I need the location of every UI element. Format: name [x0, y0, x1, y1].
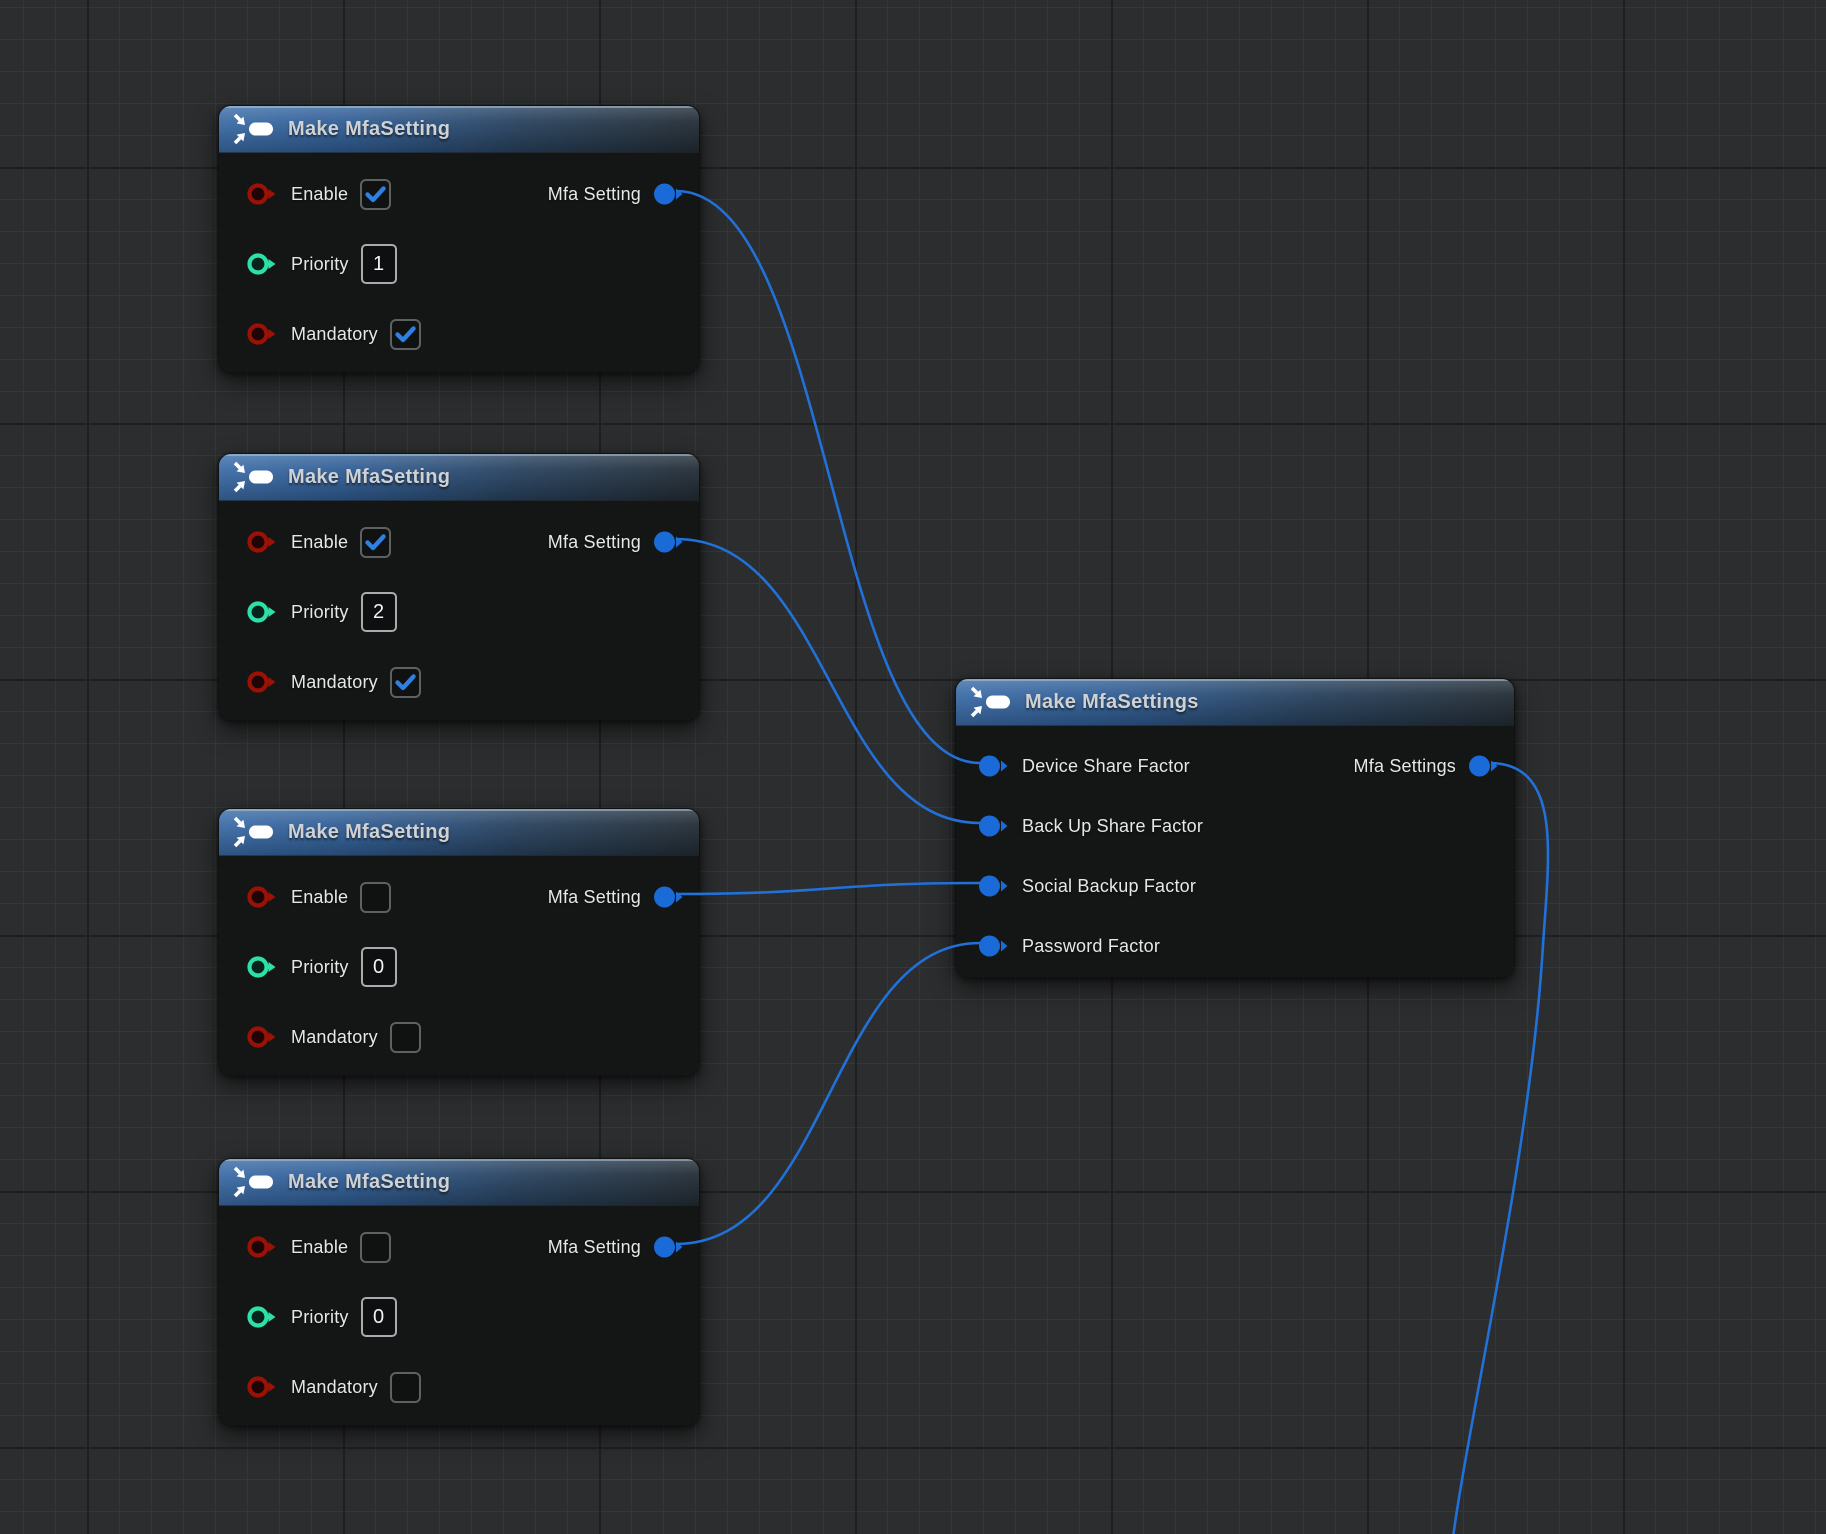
pin-label-device-share-factor: Device Share Factor — [1022, 756, 1190, 777]
bool-input-pin[interactable] — [247, 1375, 277, 1399]
struct-output-pin[interactable] — [1468, 754, 1498, 778]
struct-input-pin[interactable] — [978, 814, 1008, 838]
pin-label-priority: Priority — [291, 602, 349, 623]
node-title-bar[interactable]: Make MfaSetting — [219, 106, 699, 153]
mandatory-checkbox[interactable] — [390, 319, 421, 350]
bool-input-pin[interactable] — [247, 182, 277, 206]
pin-label-mandatory: Mandatory — [291, 672, 378, 693]
make-mfasetting-node-2[interactable]: Make MfaSetting Enable Mfa Setting — [218, 453, 700, 721]
check-icon — [395, 326, 416, 343]
priority-value-input[interactable]: 0 — [361, 1297, 397, 1337]
int-input-pin[interactable] — [247, 1305, 277, 1329]
check-icon — [365, 186, 386, 203]
node-body: Enable Mfa Setting Priority — [219, 856, 699, 1075]
pin-label-mandatory: Mandatory — [291, 1027, 378, 1048]
pin-label-enable: Enable — [291, 1237, 348, 1258]
mandatory-checkbox[interactable] — [390, 667, 421, 698]
pin-label-priority: Priority — [291, 957, 349, 978]
int-input-pin[interactable] — [247, 252, 277, 276]
pin-label-mandatory: Mandatory — [291, 1377, 378, 1398]
node-title: Make MfaSetting — [288, 466, 450, 489]
check-icon — [365, 534, 386, 551]
wire-setting2-to-backup-share-factor[interactable] — [676, 539, 980, 823]
int-input-pin[interactable] — [247, 955, 277, 979]
check-icon — [395, 674, 416, 691]
enable-checkbox[interactable] — [360, 179, 391, 210]
bool-input-pin[interactable] — [247, 1025, 277, 1049]
struct-input-pin[interactable] — [978, 754, 1008, 778]
node-title: Make MfaSetting — [288, 821, 450, 844]
pin-label-enable: Enable — [291, 184, 348, 205]
priority-value-input[interactable]: 1 — [361, 244, 397, 284]
priority-value-input[interactable]: 0 — [361, 947, 397, 987]
node-title-bar[interactable]: Make MfaSetting — [219, 1159, 699, 1206]
make-struct-icon — [232, 1165, 276, 1199]
pin-label-enable: Enable — [291, 532, 348, 553]
make-struct-icon — [232, 112, 276, 146]
pin-label-mfa-settings: Mfa Settings — [1354, 756, 1456, 777]
pin-label-mfa-setting: Mfa Setting — [548, 1237, 641, 1258]
make-struct-icon — [969, 685, 1013, 719]
pin-label-mfa-setting: Mfa Setting — [548, 887, 641, 908]
node-title: Make MfaSettings — [1025, 691, 1199, 714]
wire-setting4-to-password-factor[interactable] — [676, 943, 980, 1244]
struct-output-pin[interactable] — [653, 182, 683, 206]
priority-value-input[interactable]: 2 — [361, 592, 397, 632]
enable-checkbox[interactable] — [360, 882, 391, 913]
bool-input-pin[interactable] — [247, 530, 277, 554]
int-input-pin[interactable] — [247, 600, 277, 624]
bool-input-pin[interactable] — [247, 670, 277, 694]
enable-checkbox[interactable] — [360, 1232, 391, 1263]
bool-input-pin[interactable] — [247, 322, 277, 346]
wire-setting1-to-device-share-factor[interactable] — [676, 191, 980, 763]
bool-input-pin[interactable] — [247, 1235, 277, 1259]
pin-label-enable: Enable — [291, 887, 348, 908]
node-title-bar[interactable]: Make MfaSetting — [219, 454, 699, 501]
pin-label-mfa-setting: Mfa Setting — [548, 532, 641, 553]
make-mfasettings-node[interactable]: Make MfaSettings Device Share Factor Mfa… — [955, 678, 1515, 978]
node-body: Enable Mfa Setting Priority — [219, 1206, 699, 1425]
struct-output-pin[interactable] — [653, 530, 683, 554]
node-body: Device Share Factor Mfa Settings Back Up… — [956, 726, 1514, 977]
node-body: Enable Mfa Setting Priority — [219, 501, 699, 720]
pin-label-back-up-share-factor: Back Up Share Factor — [1022, 816, 1203, 837]
pin-label-social-backup-factor: Social Backup Factor — [1022, 876, 1196, 897]
node-title-bar[interactable]: Make MfaSetting — [219, 809, 699, 856]
wire-setting3-to-social-backup-factor[interactable] — [676, 883, 980, 894]
pin-label-priority: Priority — [291, 1307, 349, 1328]
pin-label-priority: Priority — [291, 254, 349, 275]
blueprint-graph-canvas[interactable]: Make MfaSetting Enable Mfa Setting — [0, 0, 1826, 1534]
pin-label-password-factor: Password Factor — [1022, 936, 1160, 957]
node-title: Make MfaSetting — [288, 1171, 450, 1194]
mandatory-checkbox[interactable] — [390, 1372, 421, 1403]
make-struct-icon — [232, 815, 276, 849]
make-struct-icon — [232, 460, 276, 494]
struct-output-pin[interactable] — [653, 885, 683, 909]
node-title-bar[interactable]: Make MfaSettings — [956, 679, 1514, 726]
make-mfasetting-node-1[interactable]: Make MfaSetting Enable Mfa Setting — [218, 105, 700, 373]
bool-input-pin[interactable] — [247, 885, 277, 909]
struct-input-pin[interactable] — [978, 874, 1008, 898]
node-title: Make MfaSetting — [288, 118, 450, 141]
struct-output-pin[interactable] — [653, 1235, 683, 1259]
make-mfasetting-node-3[interactable]: Make MfaSetting Enable Mfa Setting — [218, 808, 700, 1076]
struct-input-pin[interactable] — [978, 934, 1008, 958]
node-body: Enable Mfa Setting Priority — [219, 153, 699, 372]
enable-checkbox[interactable] — [360, 527, 391, 558]
pin-label-mandatory: Mandatory — [291, 324, 378, 345]
pin-label-mfa-setting: Mfa Setting — [548, 184, 641, 205]
mandatory-checkbox[interactable] — [390, 1022, 421, 1053]
make-mfasetting-node-4[interactable]: Make MfaSetting Enable Mfa Setting — [218, 1158, 700, 1426]
